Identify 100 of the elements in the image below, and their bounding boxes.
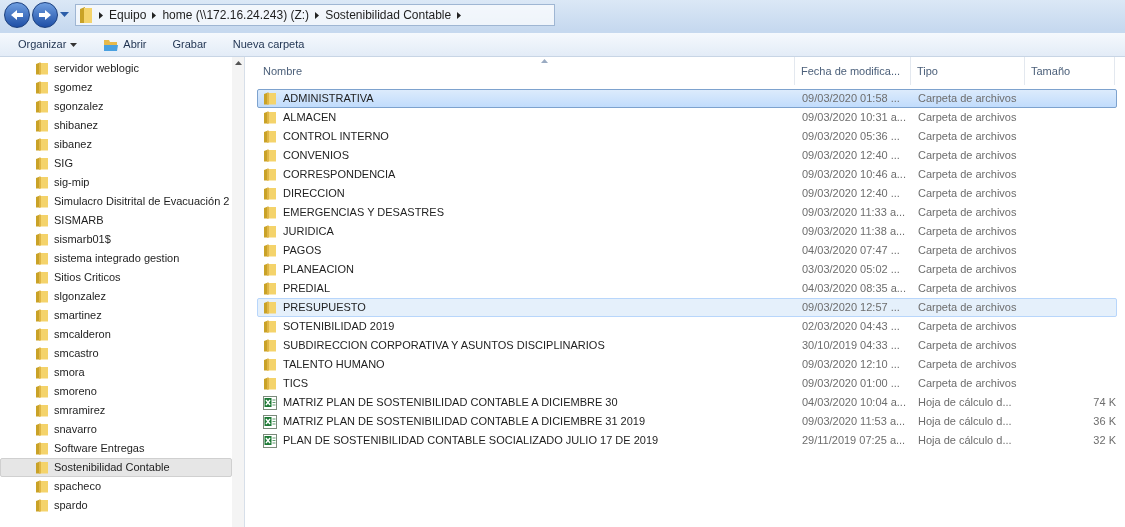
folder-icon: [263, 301, 277, 314]
sidebar-item[interactable]: sibanez: [6, 135, 232, 154]
file-row[interactable]: TICS 09/03/2020 01:00 ... Carpeta de archivos: [257, 374, 1117, 393]
type-cell: Carpeta de archivos: [918, 377, 1017, 390]
sidebar-item[interactable]: spardo: [6, 496, 232, 515]
sidebar-item[interactable]: smramirez: [6, 401, 232, 420]
file-name[interactable]: CONTROL INTERNO: [283, 128, 389, 145]
sidebar-item[interactable]: smcastro: [6, 344, 232, 363]
file-name[interactable]: MATRIZ PLAN DE SOSTENIBILIDAD CONTABLE A DICIEMBRE 30: [283, 394, 618, 411]
date-cell: 09/03/2020 11:33 a...: [802, 206, 906, 219]
folder-icon: [35, 157, 49, 170]
folder-icon: [35, 461, 49, 474]
sidebar-item[interactable]: shibanez: [6, 116, 232, 135]
file-row[interactable]: EMERGENCIAS Y DESASTRES 09/03/2020 11:33 a... Carpeta de archivos: [257, 203, 1117, 222]
column-header[interactable]: Fecha de modifica...: [795, 57, 911, 85]
sidebar-item[interactable]: slgonzalez: [6, 287, 232, 306]
file-row[interactable]: PLAN DE SOSTENIBILIDAD CONTABLE SOCIALIZADO JULIO 17 DE 2019 29/11/2019 07:25 a... Hoja de cálculo d... 32 K: [257, 431, 1117, 450]
breadcrumb-arrow-icon[interactable]: [99, 11, 103, 19]
file-row[interactable]: ADMINISTRATIVA 09/03/2020 01:58 ... Carpeta de archivos: [257, 89, 1117, 108]
file-name[interactable]: PLANEACION: [283, 261, 354, 278]
sidebar-item[interactable]: sig-mip: [6, 173, 232, 192]
file-name[interactable]: EMERGENCIAS Y DESASTRES: [283, 204, 444, 221]
sidebar-item[interactable]: smora: [6, 363, 232, 382]
sidebar-item[interactable]: smoreno: [6, 382, 232, 401]
file-row[interactable]: PLANEACION 03/03/2020 05:02 ... Carpeta de archivos: [257, 260, 1117, 279]
sidebar-item[interactable]: sismarb01$: [6, 230, 232, 249]
file-row[interactable]: CORRESPONDENCIA 09/03/2020 10:46 a... Carpeta de archivos: [257, 165, 1117, 184]
file-name[interactable]: PRESUPUESTO: [283, 299, 366, 316]
file-name[interactable]: ADMINISTRATIVA: [283, 90, 374, 107]
sidebar-item[interactable]: smcalderon: [6, 325, 232, 344]
column-header[interactable]: Tamaño: [1025, 57, 1115, 85]
sidebar-item[interactable]: SISMARB: [6, 211, 232, 230]
sidebar-item[interactable]: Simulacro Disitrital de Evacuación 2: [6, 192, 232, 211]
column-header[interactable]: Tipo: [911, 57, 1025, 85]
file-name[interactable]: ALMACEN: [283, 109, 337, 126]
scroll-up-icon[interactable]: [234, 61, 242, 65]
sidebar-item[interactable]: sgomez: [6, 78, 232, 97]
type-cell: Carpeta de archivos: [918, 339, 1017, 352]
file-row[interactable]: SUBDIRECCION CORPORATIVA Y ASUNTOS DISCIPLINARIOS 30/10/2019 04:33 ... Carpeta de archivos: [257, 336, 1117, 355]
type-cell: Carpeta de archivos: [918, 206, 1017, 219]
file-row[interactable]: TALENTO HUMANO 09/03/2020 12:10 ... Carpeta de archivos: [257, 355, 1117, 374]
toolbar-button[interactable]: Nueva carpeta: [232, 36, 305, 53]
folder-icon: [35, 119, 49, 132]
folder-icon: [35, 385, 49, 398]
file-row[interactable]: DIRECCION 09/03/2020 12:40 ... Carpeta de archivos: [257, 184, 1117, 203]
file-name[interactable]: JURIDICA: [283, 223, 334, 240]
file-row[interactable]: JURIDICA 09/03/2020 11:38 a... Carpeta de archivos: [257, 222, 1117, 241]
file-name[interactable]: PLAN DE SOSTENIBILIDAD CONTABLE SOCIALIZADO JULIO 17 DE 2019: [283, 432, 659, 449]
file-row[interactable]: PRESUPUESTO 09/03/2020 12:57 ... Carpeta de archivos: [257, 298, 1117, 317]
scrollbar[interactable]: [232, 57, 244, 527]
date-cell: 30/10/2019 04:33 ...: [802, 339, 900, 352]
file-name[interactable]: SUBDIRECCION CORPORATIVA Y ASUNTOS DISCIPLINARIOS: [283, 337, 605, 354]
sidebar-item[interactable]: servidor weblogic: [6, 59, 232, 78]
breadcrumb[interactable]: home (\\172.16.24.243) (Z:): [162, 6, 310, 24]
type-cell: Carpeta de archivos: [918, 187, 1017, 200]
breadcrumb-arrow-icon[interactable]: [152, 11, 157, 19]
sidebar-item[interactable]: Sostenibilidad Contable: [0, 458, 232, 477]
column-header[interactable]: Nombre: [257, 57, 795, 85]
file-name[interactable]: MATRIZ PLAN DE SOSTENIBILIDAD CONTABLE A DICIEMBRE 31 2019: [283, 413, 646, 430]
file-row[interactable]: MATRIZ PLAN DE SOSTENIBILIDAD CONTABLE A DICIEMBRE 31 2019 09/03/2020 11:53 a... Hoja de cálculo d... 36 K: [257, 412, 1117, 431]
sidebar-item[interactable]: Software Entregas: [6, 439, 232, 458]
sidebar-item[interactable]: snavarro: [6, 420, 232, 439]
sidebar-item[interactable]: Sitios Criticos: [6, 268, 232, 287]
sidebar-item[interactable]: sgonzalez: [6, 97, 232, 116]
forward-button[interactable]: [32, 2, 58, 28]
file-row[interactable]: CONTROL INTERNO 09/03/2020 05:36 ... Carpeta de archivos: [257, 127, 1117, 146]
date-cell: 09/03/2020 12:40 ...: [802, 149, 900, 162]
file-name[interactable]: TICS: [283, 375, 309, 392]
breadcrumb[interactable]: Equipo: [109, 6, 147, 24]
history-dropdown-icon[interactable]: [60, 12, 69, 18]
sidebar-item[interactable]: spacheco: [6, 477, 232, 496]
back-button[interactable]: [4, 2, 30, 28]
sidebar-item[interactable]: SIG: [6, 154, 232, 173]
file-name[interactable]: SOTENIBILIDAD 2019: [283, 318, 395, 335]
toolbar-button[interactable]: Grabar: [172, 36, 207, 53]
file-name[interactable]: PAGOS: [283, 242, 322, 259]
file-row[interactable]: PREDIAL 04/03/2020 08:35 a... Carpeta de archivos: [257, 279, 1117, 298]
file-name[interactable]: DIRECCION: [283, 185, 345, 202]
toolbar-button[interactable]: Abrir: [103, 36, 147, 53]
breadcrumb-arrow-icon[interactable]: [315, 11, 320, 19]
organize-menu[interactable]: Organizar: [18, 36, 78, 53]
file-name[interactable]: PREDIAL: [283, 280, 331, 297]
folder-icon: [35, 290, 49, 303]
address-bar[interactable]: Equipo home (\\172.16.24.243) (Z:) Sostenibilidad Contable: [75, 4, 555, 26]
file-row[interactable]: PAGOS 04/03/2020 07:47 ... Carpeta de archivos: [257, 241, 1117, 260]
sidebar-item[interactable]: sistema integrado gestion: [6, 249, 232, 268]
date-cell: 09/03/2020 10:46 a...: [802, 168, 906, 181]
breadcrumb-arrow-icon[interactable]: [457, 11, 462, 19]
sidebar-item[interactable]: smartinez: [6, 306, 232, 325]
file-row[interactable]: MATRIZ PLAN DE SOSTENIBILIDAD CONTABLE A DICIEMBRE 30 04/03/2020 10:04 a... Hoja de cálculo d... 74 K: [257, 393, 1117, 412]
file-name[interactable]: TALENTO HUMANO: [283, 356, 385, 373]
file-name[interactable]: CORRESPONDENCIA: [283, 166, 396, 183]
folder-icon: [263, 339, 277, 352]
file-row[interactable]: ALMACEN 09/03/2020 10:31 a... Carpeta de archivos: [257, 108, 1117, 127]
file-row[interactable]: CONVENIOS 09/03/2020 12:40 ... Carpeta de archivos: [257, 146, 1117, 165]
breadcrumb[interactable]: Sostenibilidad Contable: [325, 6, 452, 24]
folder-icon: [263, 358, 277, 371]
file-row[interactable]: SOTENIBILIDAD 2019 02/03/2020 04:43 ... Carpeta de archivos: [257, 317, 1117, 336]
file-name[interactable]: CONVENIOS: [283, 147, 349, 164]
folder-icon: [263, 168, 277, 181]
